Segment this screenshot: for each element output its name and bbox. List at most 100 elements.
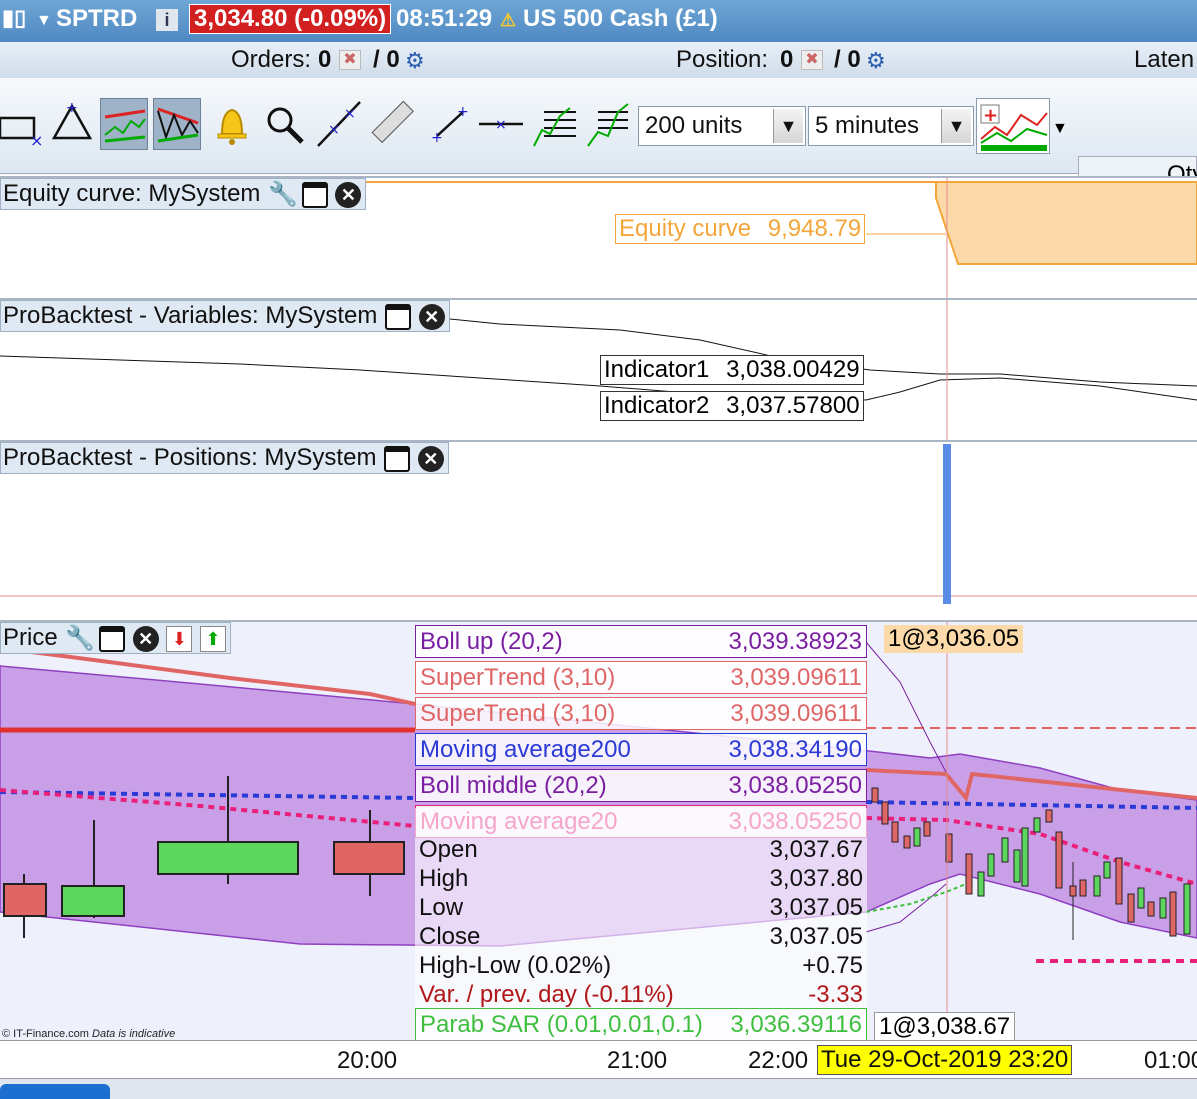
svg-text:×: × <box>344 106 356 122</box>
candlestick-icon[interactable]: ▮▯ <box>2 5 26 31</box>
warning-icon: ⚠ <box>500 10 517 30</box>
svg-text:+: + <box>983 105 998 126</box>
buy-arrow-icon[interactable]: ⬆ <box>200 625 227 652</box>
latency-label: Laten <box>1134 46 1195 73</box>
copyright-notice: © IT-Finance.com Data is indicative <box>2 1028 175 1040</box>
parabolic-sar-legend: Parab SAR (0.01,0.01,0.1) 3,036.39116 <box>415 1008 867 1040</box>
ohlc-row: High 3,037.80 <box>415 865 867 894</box>
zoom-magnifier-icon[interactable] <box>260 98 308 150</box>
time-tick: 01:00 <box>1144 1047 1197 1074</box>
close-icon[interactable]: ✕ <box>418 303 445 330</box>
gear-icon[interactable]: ⚙ <box>405 48 425 74</box>
legend-value: 3,038.34190 <box>728 736 862 763</box>
equity-tag-value: 9,948.79 <box>767 215 862 242</box>
symbol-label[interactable]: SPTRD <box>56 5 137 33</box>
ohlc-row: High-Low (0.02%) +0.75 <box>415 952 867 981</box>
ohlc-label: Low <box>419 894 464 921</box>
position-bar <box>943 444 951 604</box>
units-select[interactable]: 200 units ▼ <box>638 106 806 146</box>
legend-label: Boll up (20,2) <box>420 628 563 655</box>
svg-text:+: + <box>431 130 443 146</box>
orders-position-bar: Orders: 0 ✖ / 0 ⚙ Position: 0 ✖ / 0 ⚙ La… <box>0 42 1197 78</box>
chevron-down-icon[interactable]: ▼ <box>941 109 971 143</box>
close-position-icon[interactable]: ✖ <box>801 50 823 70</box>
orders-count: 0 <box>318 46 332 73</box>
ohlc-row: Var. / prev. day (-0.11%) -3.33 <box>415 981 867 1010</box>
variables-panel: ProBacktest - Variables: MySystem ✕ Indi… <box>0 298 1197 440</box>
drawing-toolbar: × + × × + + × 200 units ▼ 5 minutes ▼ + … <box>0 78 1197 250</box>
svg-text:+: + <box>66 100 78 116</box>
svg-text:×: × <box>30 131 43 150</box>
indicator2-label: Indicator2 <box>604 392 710 419</box>
gear-icon[interactable]: ⚙ <box>866 48 886 74</box>
price-panel: Price 🔧 ✕ ⬇ ⬆ Boll up (20,2) 3,039.38923 S… <box>0 620 1197 1040</box>
equity-curve-panel: Equity curve: MySystem 🔧 ✕ Equity curve … <box>0 176 1197 298</box>
instrument-name: US 500 Cash (£1) <box>523 5 718 32</box>
legend-value: 3,039.09611 <box>730 700 862 727</box>
trend-channel-tool-icon[interactable] <box>100 98 148 150</box>
order-marker-top: 1@3,036.05 <box>884 625 1024 653</box>
alert-bell-icon[interactable] <box>208 98 256 150</box>
indicator1-value: 3,038.00429 <box>726 356 860 383</box>
panel-title: ProBacktest - Positions: MySystem <box>3 444 377 471</box>
interval-select[interactable]: 5 minutes ▼ <box>808 106 974 146</box>
panel-title: Price <box>3 624 58 651</box>
window-icon[interactable] <box>385 303 412 330</box>
line-tool-icon[interactable]: × × <box>314 98 362 150</box>
status-bar <box>0 1078 1197 1099</box>
segment-tool-icon[interactable]: + + <box>425 98 473 150</box>
indicator1-value-tag: Indicator1 3,038.00429 <box>600 355 864 385</box>
position-label: Position: <box>676 46 769 73</box>
legend-value: 3,038.05250 <box>728 772 862 799</box>
ohlc-value: -3.33 <box>808 981 863 1008</box>
ohlc-value: 3,037.05 <box>769 894 863 921</box>
disclaimer-text: Data is indicative <box>92 1028 176 1040</box>
info-icon[interactable]: i <box>156 9 178 31</box>
window-icon[interactable] <box>99 625 126 652</box>
ohlc-label: High-Low (0.02%) <box>419 952 612 979</box>
equity-curve-header: Equity curve: MySystem 🔧 ✕ <box>0 178 367 210</box>
window-icon[interactable] <box>301 181 328 208</box>
cancel-orders-icon[interactable]: ✖ <box>339 50 361 70</box>
legend-label: Moving average200 <box>420 736 631 763</box>
triangle-pattern-tool-icon[interactable] <box>153 98 201 150</box>
orders-pending-count: / 0 <box>373 46 400 73</box>
taskbar-tab[interactable] <box>0 1084 110 1099</box>
sell-arrow-icon[interactable]: ⬇ <box>166 625 193 652</box>
ohlc-value: +0.75 <box>802 952 863 979</box>
equity-tag-label: Equity curve <box>619 215 752 242</box>
clock-time: 08:51:29 <box>396 5 493 32</box>
ohlc-label: Open <box>419 836 478 863</box>
svg-text:×: × <box>495 117 507 133</box>
chevron-down-icon[interactable]: ▼ <box>36 12 52 30</box>
wrench-icon[interactable]: 🔧 <box>65 625 95 652</box>
price-header: Price 🔧 ✕ ⬇ ⬆ <box>0 622 232 654</box>
window-icon[interactable] <box>384 445 411 472</box>
horizontal-line-tool-icon[interactable]: × <box>477 98 525 150</box>
wrench-icon[interactable]: 🔧 <box>268 181 298 208</box>
close-icon[interactable]: ✕ <box>417 445 444 472</box>
legend-label: SuperTrend (3,10) <box>420 700 616 727</box>
cursor-date-label: Tue 29-Oct-2019 23:20 <box>817 1045 1073 1075</box>
variables-header: ProBacktest - Variables: MySystem ✕ <box>0 300 450 332</box>
add-indicator-icon[interactable]: + <box>976 98 1050 154</box>
close-icon[interactable]: ✕ <box>335 181 362 208</box>
close-icon[interactable]: ✕ <box>132 625 159 652</box>
ohlc-value: 3,037.80 <box>769 865 863 892</box>
chevron-down-icon[interactable]: ▼ <box>1052 120 1068 138</box>
legend-row: SuperTrend (3,10) 3,039.09611 <box>415 697 867 730</box>
price-change-badge: 3,034.80 (-0.09%) <box>189 4 392 34</box>
rectangle-tool-icon[interactable]: × <box>0 98 46 150</box>
legend-value: 3,036.39116 <box>730 1011 862 1038</box>
title-bar: ▮▯ ▼ SPTRD i 3,034.80 (-0.09%) 08:51:29 … <box>0 0 1197 42</box>
time-axis: 20:00 21:00 22:00 Tue 29-Oct-2019 23:20 … <box>0 1040 1197 1078</box>
fibonacci-fan-tool-icon[interactable] <box>584 98 632 150</box>
chevron-down-icon[interactable]: ▼ <box>773 109 803 143</box>
legend-row: Boll middle (20,2) 3,038.05250 <box>415 769 867 802</box>
legend-row: Boll up (20,2) 3,039.38923 <box>415 625 867 658</box>
triangle-tool-icon[interactable]: + <box>48 98 96 150</box>
ohlc-value: 3,037.67 <box>769 836 863 863</box>
fibonacci-tool-icon[interactable] <box>530 98 578 150</box>
ohlc-label: Close <box>419 923 481 950</box>
ruler-tool-icon[interactable] <box>368 98 416 150</box>
